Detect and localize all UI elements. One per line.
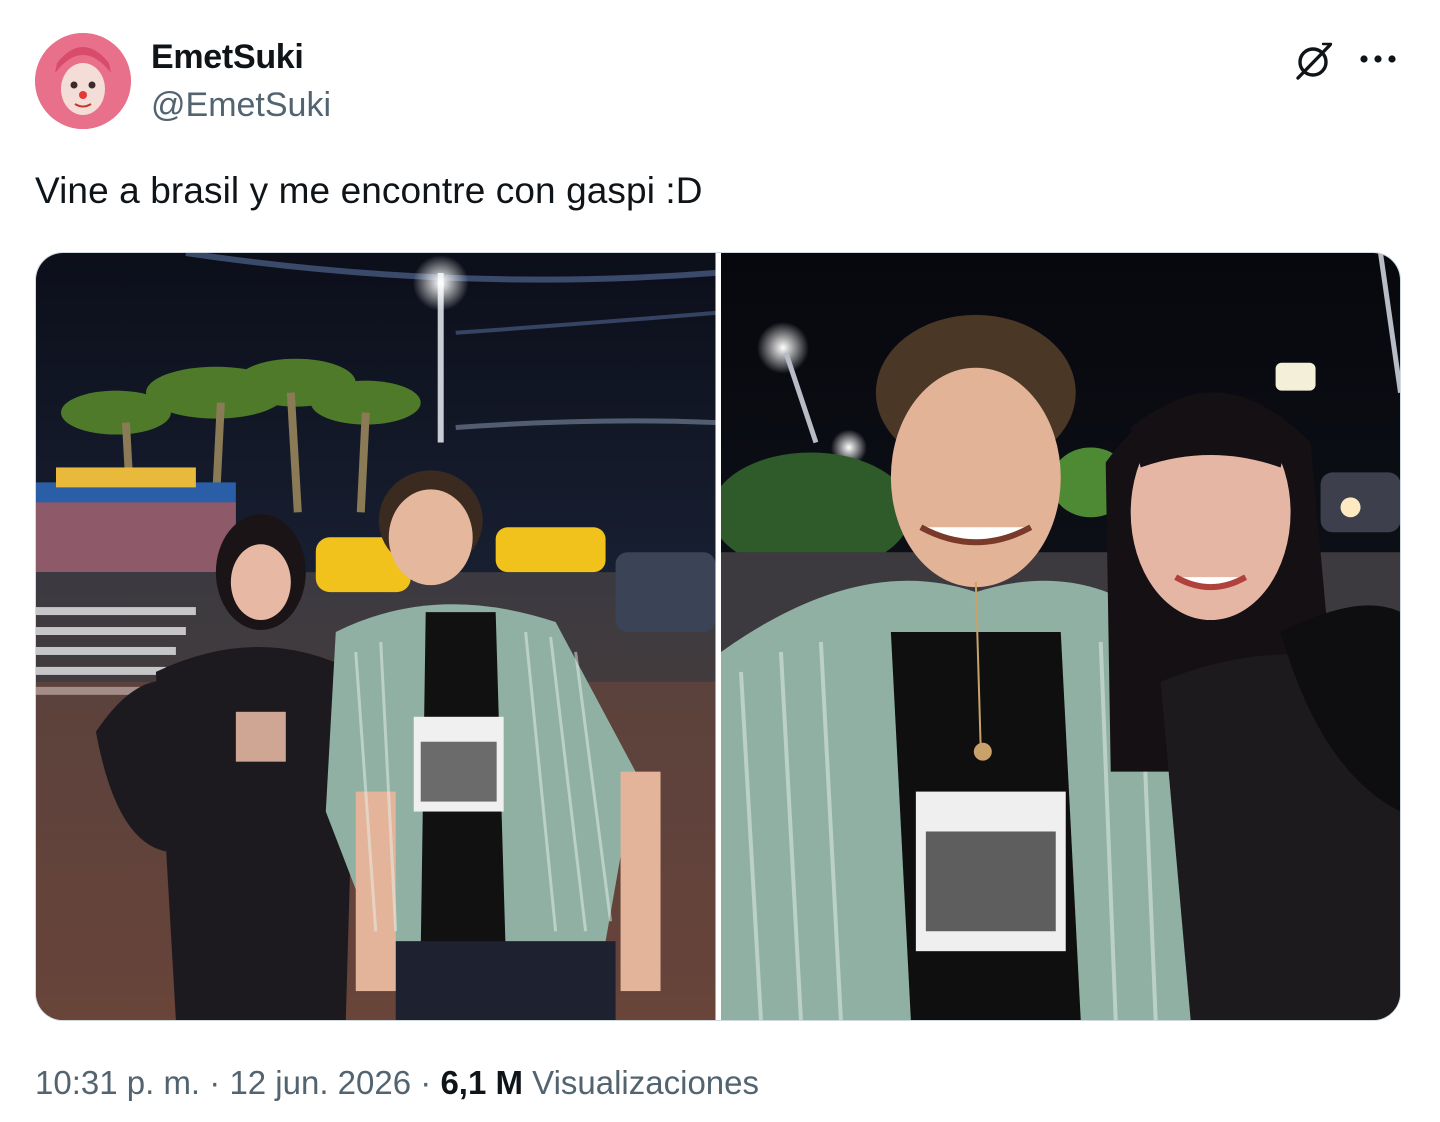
grok-button[interactable] bbox=[1290, 38, 1336, 84]
photo-1-image bbox=[36, 253, 716, 1020]
user-avatar[interactable] bbox=[35, 33, 131, 129]
tweet-meta: 10:31 p. m. · 12 jun. 2026 · 6,1 M Visua… bbox=[35, 1064, 759, 1102]
views-count[interactable]: 6,1 M bbox=[440, 1064, 523, 1101]
tweet-date[interactable]: 12 jun. 2026 bbox=[229, 1064, 411, 1101]
more-options-button[interactable] bbox=[1354, 38, 1402, 80]
meta-separator: · bbox=[200, 1064, 230, 1101]
tweet-time[interactable]: 10:31 p. m. bbox=[35, 1064, 200, 1101]
more-horizontal-icon bbox=[1360, 55, 1396, 63]
grok-icon bbox=[1296, 42, 1333, 80]
author-handle[interactable]: @EmetSuki bbox=[151, 86, 331, 125]
views-label: Visualizaciones bbox=[522, 1064, 760, 1101]
media-grid bbox=[35, 252, 1401, 1021]
tweet-card: EmetSuki @EmetSuki Vine a brasil y me en… bbox=[0, 0, 1440, 1122]
avatar-image bbox=[35, 33, 131, 129]
meta-separator: · bbox=[411, 1064, 441, 1101]
photo-2-image bbox=[720, 253, 1400, 1020]
media-photo-2[interactable] bbox=[720, 253, 1400, 1020]
tweet-text: Vine a brasil y me encontre con gaspi :D bbox=[35, 170, 703, 211]
media-photo-1[interactable] bbox=[36, 253, 716, 1020]
author-name[interactable]: EmetSuki bbox=[151, 38, 304, 77]
